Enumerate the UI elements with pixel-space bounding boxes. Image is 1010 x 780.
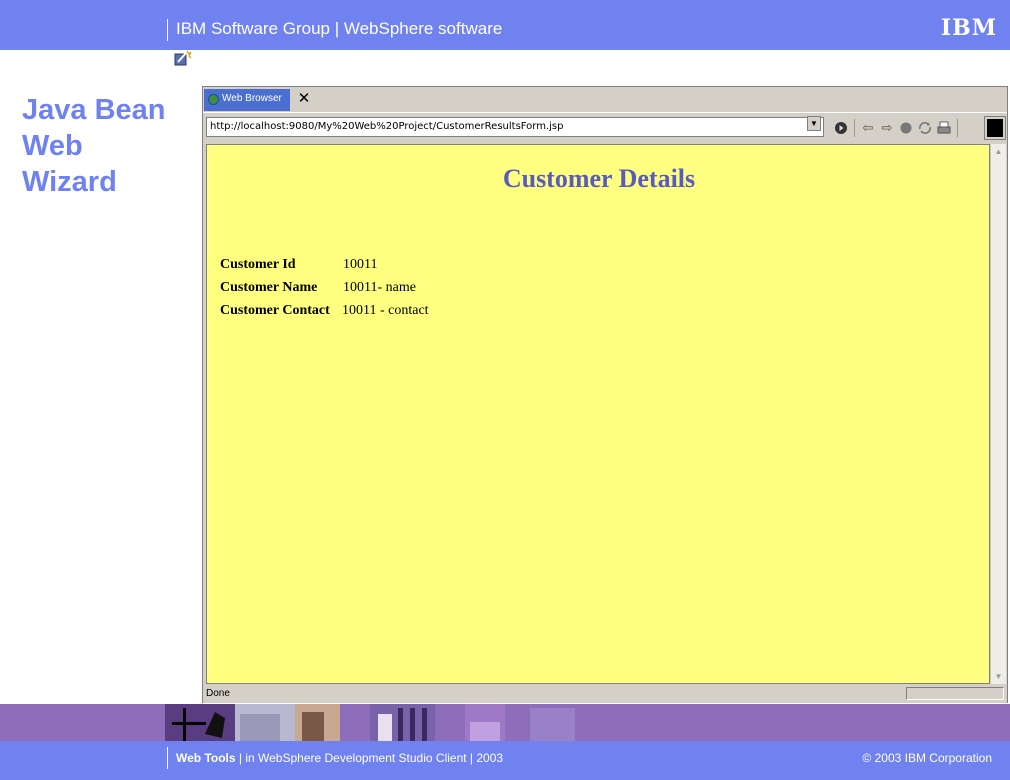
header-separator xyxy=(167,19,168,41)
black-square-fill xyxy=(987,119,1003,137)
customer-details-table: Customer Id 10011 Customer Name 10011- nam… xyxy=(220,257,429,326)
slide-title-line-2: Web xyxy=(22,130,83,162)
slide-title-line-3: Wizard xyxy=(22,166,117,198)
footer-image-band xyxy=(0,704,1010,741)
print-icon-glyph xyxy=(937,121,951,134)
header-bar: IBM Software Group | WebSphere software … xyxy=(0,0,1010,50)
vertical-scrollbar[interactable]: ▲ ▼ xyxy=(990,144,1006,684)
field-value: 10011 - contact xyxy=(342,303,429,318)
footer-product: Web Tools xyxy=(176,751,236,765)
progress-box xyxy=(906,687,1004,700)
url-input[interactable]: http://localhost:9080/My%20Web%20Project… xyxy=(206,117,824,137)
tab-bar: Web Browser ✕ xyxy=(203,87,1007,113)
status-text: Done xyxy=(206,688,230,699)
stop-icon[interactable] xyxy=(898,120,914,136)
footer-separator xyxy=(167,747,168,769)
close-icon[interactable]: ✕ xyxy=(295,89,313,109)
print-icon[interactable] xyxy=(936,120,952,136)
field-value: 10011- name xyxy=(343,280,416,295)
slide-title-line-1: Java Bean xyxy=(22,94,166,126)
forward-icon[interactable]: ⇨ xyxy=(879,120,895,136)
refresh-icon-glyph xyxy=(919,122,931,134)
refresh-icon[interactable] xyxy=(917,120,933,136)
footer-suffix: | in WebSphere Development Studio Client… xyxy=(235,751,504,765)
tab-label: Web Browser xyxy=(222,93,282,104)
back-icon[interactable]: ⇦ xyxy=(860,120,876,136)
detail-row: Customer Id 10011 xyxy=(220,257,429,280)
wizard-icon xyxy=(174,50,192,66)
footer-left-text: Web Tools | in WebSphere Development Stu… xyxy=(176,751,503,765)
ibm-logo-text: IBM xyxy=(940,15,998,41)
footer-copyright: © 2003 IBM Corporation xyxy=(862,751,992,765)
address-toolbar: http://localhost:9080/My%20Web%20Project… xyxy=(203,114,1007,144)
field-label: Customer Contact xyxy=(220,303,330,318)
slide: IBM Software Group | WebSphere software … xyxy=(0,0,1010,780)
stop-icon-glyph xyxy=(900,122,912,134)
toolbar-separator xyxy=(854,119,855,137)
scroll-up-icon[interactable]: ▲ xyxy=(991,144,1006,159)
detail-row: Customer Name 10011- name xyxy=(220,280,429,303)
field-label: Customer Id xyxy=(220,257,296,272)
go-icon[interactable] xyxy=(833,120,849,136)
dropdown-arrow-icon[interactable]: ▼ xyxy=(807,116,821,131)
tab-web-browser[interactable]: Web Browser xyxy=(204,89,290,111)
page-content: Customer Details Customer Id 10011 Custom… xyxy=(206,144,990,684)
detail-row: Customer Contact 10011 - contact xyxy=(220,303,429,326)
footer-bar: Web Tools | in WebSphere Development Stu… xyxy=(0,741,1010,780)
footer-collage-graphic xyxy=(165,704,575,741)
toolbar-separator-2 xyxy=(957,119,958,137)
go-icon-glyph xyxy=(835,122,847,134)
status-bar: Done xyxy=(203,685,1007,703)
globe-icon xyxy=(208,94,219,105)
web-browser-window: Web Browser ✕ http://localhost:9080/My%2… xyxy=(202,86,1008,703)
page-heading: Customer Details xyxy=(502,164,696,193)
header-title: IBM Software Group | WebSphere software xyxy=(176,19,503,38)
ibm-logo: IBM xyxy=(940,15,998,41)
black-square-icon[interactable] xyxy=(984,116,1006,140)
scroll-down-icon[interactable]: ▼ xyxy=(991,669,1006,684)
field-label: Customer Name xyxy=(220,280,318,295)
field-value: 10011 xyxy=(343,257,378,272)
slide-title: Java Bean Web Wizard xyxy=(22,92,202,200)
